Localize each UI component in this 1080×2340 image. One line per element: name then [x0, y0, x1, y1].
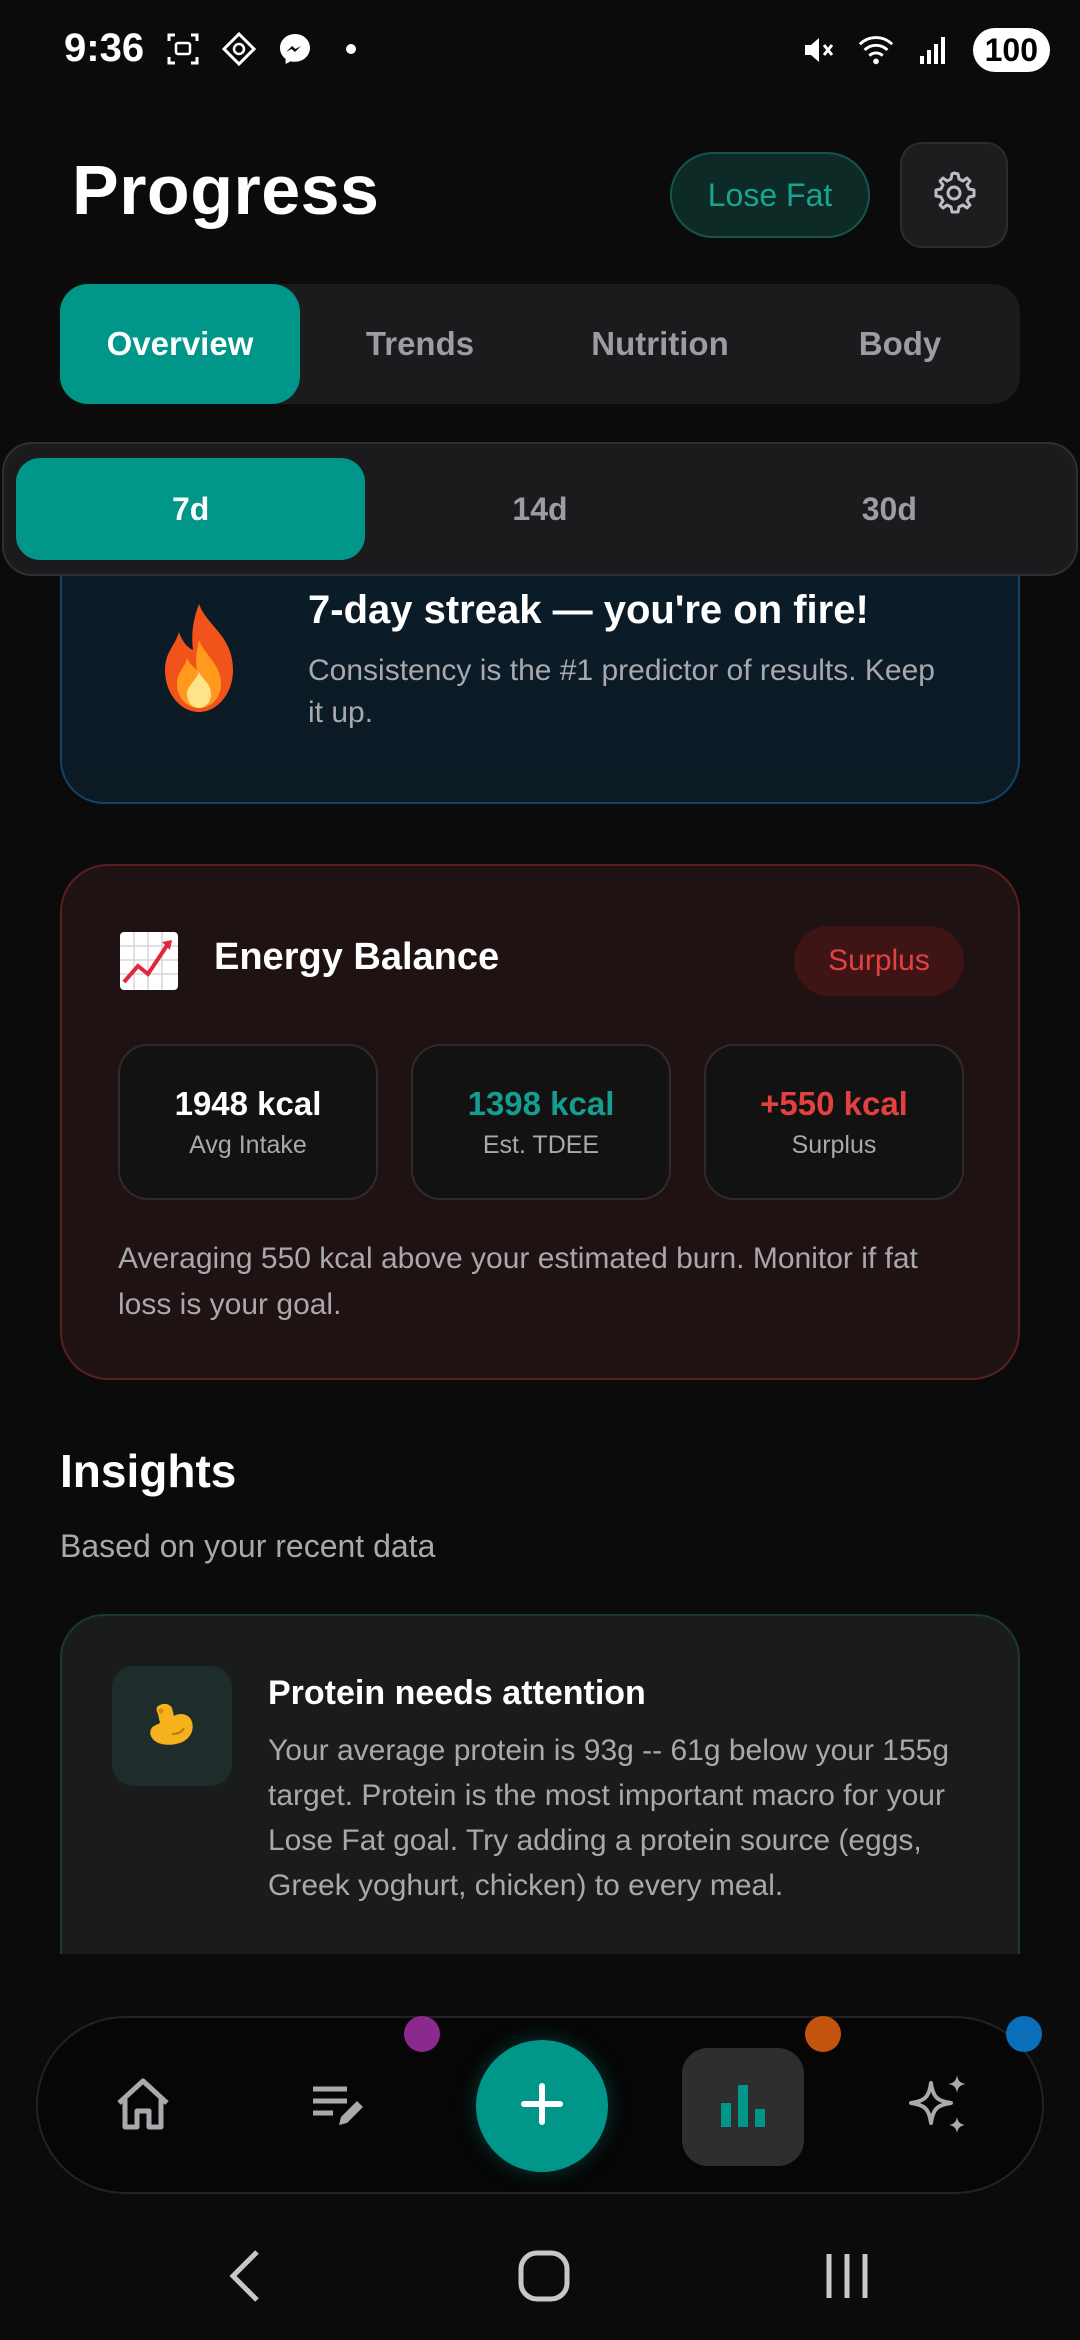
- stat-boxes: 1948 kcal Avg Intake 1398 kcal Est. TDEE…: [118, 1044, 964, 1200]
- period-30d[interactable]: 30d: [715, 458, 1064, 560]
- signal-icon: [915, 31, 953, 69]
- battery-indicator: 100: [972, 28, 1050, 72]
- nav-log[interactable]: [294, 2062, 384, 2152]
- home-icon: [111, 2073, 175, 2142]
- period-14d[interactable]: 14d: [365, 458, 714, 560]
- settings-button[interactable]: [900, 142, 1008, 248]
- insight-icon-box: [112, 1666, 232, 1786]
- insight-body: Your average protein is 93g -- 61g below…: [268, 1734, 950, 1902]
- system-nav-bar: [0, 2220, 1080, 2320]
- dot-icon: [332, 30, 370, 68]
- tab-overview[interactable]: Overview: [60, 284, 300, 404]
- stat-label: Surplus: [791, 1130, 877, 1159]
- streak-subtitle: Consistency is the #1 predictor of resul…: [308, 654, 935, 729]
- status-time: 9:36: [64, 26, 145, 70]
- insights-heading: Insights: [60, 1445, 237, 1497]
- nav-home[interactable]: [98, 2062, 188, 2152]
- chart-increasing-icon: [118, 930, 180, 992]
- fire-icon: [144, 600, 254, 720]
- recents-button[interactable]: [812, 2246, 882, 2310]
- insight-title: Protein needs attention: [268, 1674, 646, 1712]
- stat-avg-intake: 1948 kcal Avg Intake: [118, 1044, 378, 1200]
- energy-balance-card: Energy Balance Surplus 1948 kcal Avg Int…: [60, 864, 1020, 1380]
- tab-trends[interactable]: Trends: [300, 284, 540, 404]
- stat-value: 1398 kcal: [467, 1084, 615, 1122]
- streak-title: 7-day streak — you're on fire!: [308, 588, 869, 632]
- nav-dot-blue: [1006, 2016, 1042, 2052]
- nav-dot-purple: [404, 2016, 440, 2052]
- tab-body[interactable]: Body: [780, 284, 1020, 404]
- recents-icon: [819, 2248, 875, 2309]
- diamond-app-icon: [220, 30, 258, 68]
- home-circle-icon: [516, 2248, 572, 2309]
- sparkles-icon: [903, 2069, 975, 2146]
- back-icon: [225, 2246, 265, 2311]
- bar-chart-icon: [711, 2073, 775, 2142]
- bottom-nav: [36, 2016, 1044, 2194]
- period-selector: 7d 14d 30d: [2, 442, 1078, 576]
- status-icons-left: [164, 30, 370, 68]
- mute-icon: [799, 31, 837, 69]
- messenger-icon: [276, 30, 314, 68]
- screenshot-icon: [164, 30, 202, 68]
- stat-label: Avg Intake: [189, 1130, 307, 1159]
- goal-pill[interactable]: Lose Fat: [670, 152, 870, 238]
- insight-card[interactable]: Protein needs attention Your average pro…: [60, 1614, 1020, 1954]
- wifi-icon: [857, 31, 895, 69]
- gear-icon: [929, 168, 979, 223]
- back-button[interactable]: [210, 2246, 280, 2310]
- period-7d[interactable]: 7d: [16, 458, 366, 560]
- stat-label: Est. TDEE: [482, 1130, 600, 1159]
- nav-progress[interactable]: [698, 2062, 788, 2152]
- edit-list-icon: [307, 2073, 371, 2142]
- add-button[interactable]: [476, 2040, 608, 2172]
- tab-bar: Overview Trends Nutrition Body: [60, 284, 1020, 404]
- stat-surplus: +550 kcal Surplus: [704, 1044, 964, 1200]
- add-icon: [514, 2076, 570, 2137]
- flexed-biceps-icon: [144, 1696, 200, 1757]
- energy-note: Averaging 550 kcal above your estimated …: [118, 1242, 918, 1321]
- page-title: Progress: [72, 151, 380, 229]
- status-icons-right: 100: [799, 28, 1050, 72]
- status-bar: 9:36 100: [0, 0, 1080, 104]
- stat-value: +550 kcal: [760, 1084, 908, 1122]
- nav-ai[interactable]: [894, 2062, 984, 2152]
- home-button[interactable]: [509, 2246, 579, 2310]
- nav-dot-orange: [805, 2016, 841, 2052]
- insights-subtitle: Based on your recent data: [60, 1528, 436, 1564]
- stat-value: 1948 kcal: [174, 1084, 322, 1122]
- tab-nutrition[interactable]: Nutrition: [540, 284, 780, 404]
- status-badge: Surplus: [794, 926, 964, 996]
- screen: 9:36 100 Progress Lose Fat Overview Tren…: [0, 0, 1080, 2340]
- stat-est-tdee: 1398 kcal Est. TDEE: [411, 1044, 671, 1200]
- energy-title: Energy Balance: [214, 936, 500, 978]
